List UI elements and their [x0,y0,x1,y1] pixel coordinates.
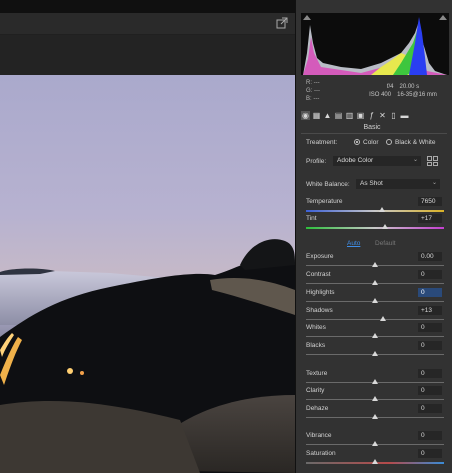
b-label: B: [306,96,312,102]
section-title-basic: Basic [363,124,381,131]
vibrance-label: Vibrance [306,432,332,439]
contrast-label: Contrast [306,271,331,278]
tint-value-field[interactable]: +17 [418,214,442,223]
whites-label: Whites [306,324,326,331]
white-balance-label: White Balance: [306,181,350,188]
contrast-slider-thumb[interactable] [372,280,378,285]
basic-aperture-icon[interactable]: ◉ [301,111,310,120]
landscape-image [0,239,295,473]
profile-dropdown[interactable]: Adobe Color ⌄ [333,156,421,166]
shadows-slider-track[interactable] [306,319,444,320]
profile-browser-icon[interactable] [427,156,438,166]
highlights-label: Highlights [306,289,335,296]
r-label: R: [306,80,312,86]
histogram [301,13,449,75]
texture-slider-thumb[interactable] [372,379,378,384]
shadows-label: Shadows [306,307,333,314]
treatment-label: Treatment: [306,139,338,146]
g-value: --- [314,88,321,94]
canvas-background [0,35,295,75]
profile-value: Adobe Color [337,157,374,164]
exposure-value-field[interactable]: 0.00 [418,252,442,261]
lens-value: 16-35@16 mm [397,92,437,98]
window-top-strip [0,0,295,13]
blacks-label: Blacks [306,342,326,349]
texture-value-field[interactable]: 0 [418,369,442,378]
b-value: --- [313,96,320,102]
highlight-clipping-icon[interactable] [439,15,447,20]
dehaze-slider-thumb[interactable] [372,414,378,419]
temperature-slider-thumb[interactable] [378,207,385,212]
presets-icon[interactable]: ▯ [389,111,398,120]
white-balance-value: As Shot [360,180,383,187]
treatment-color-radio[interactable] [354,139,360,145]
chevron-down-icon: ⌄ [431,180,437,186]
treatment-color-label[interactable]: Color [363,139,379,146]
panel-tabs: ◉ ▦ ▲ ▤ ▥ ▣ ƒ ✕ ▯ ▬ [299,109,449,122]
auto-link[interactable]: Auto [347,240,360,247]
fx-icon[interactable]: ƒ [367,111,376,120]
saturation-value-field[interactable]: 0 [418,449,442,458]
exposure-slider-thumb[interactable] [372,262,378,267]
profile-label: Profile: [306,158,327,165]
dehaze-value-field[interactable]: 0 [418,404,442,413]
open-in-photoshop-icon[interactable] [276,17,288,29]
whites-slider-thumb[interactable] [372,333,378,338]
temperature-value-field[interactable]: 7650 [418,197,442,206]
calibration-icon[interactable]: ✕ [378,111,387,120]
lens-corrections-icon[interactable]: ▣ [356,111,365,120]
tone-curve-icon[interactable]: ▦ [312,111,321,120]
whites-value-field[interactable]: 0 [418,323,442,332]
highlights-slider-thumb[interactable] [372,298,378,303]
detail-icon[interactable]: ▲ [323,111,332,120]
snapshots-icon[interactable]: ▬ [400,111,409,120]
vibrance-slider-thumb[interactable] [372,441,378,446]
highlights-value-field[interactable]: 0 [418,288,442,297]
camera-raw-panel: R: --- G: --- B: --- f/4 20.00 s ISO 400 1… [295,0,452,473]
treatment-bw-radio[interactable] [386,139,392,145]
saturation-label: Saturation [306,450,336,457]
blacks-value-field[interactable]: 0 [418,341,442,350]
tint-label: Tint [306,215,317,222]
clarity-value-field[interactable]: 0 [418,386,442,395]
white-balance-dropdown[interactable]: As Shot ⌄ [356,179,440,189]
shadow-clipping-icon[interactable] [303,15,311,20]
blacks-slider-thumb[interactable] [372,351,378,356]
temperature-slider-track[interactable] [306,210,444,212]
saturation-slider-thumb[interactable] [372,459,378,464]
clarity-slider-thumb[interactable] [372,396,378,401]
exposure-label: Exposure [306,253,334,260]
tint-slider-track[interactable] [306,227,444,229]
section-divider [301,133,447,134]
shutter-value: 20.00 s [399,84,420,90]
rgb-readout: R: --- G: --- B: --- [306,79,320,103]
split-toning-icon[interactable]: ▥ [345,111,354,120]
g-label: G: [306,88,313,94]
temperature-label: Temperature [306,198,343,205]
hsl-icon[interactable]: ▤ [334,111,343,120]
shadows-slider-thumb[interactable] [380,316,387,321]
contrast-value-field[interactable]: 0 [418,270,442,279]
aperture-value: f/4 [386,84,394,90]
camera-info: f/4 20.00 s ISO 400 16-35@16 mm [358,83,448,99]
shadows-value-field[interactable]: +13 [418,306,442,315]
r-value: --- [313,80,320,86]
vibrance-value-field[interactable]: 0 [418,431,442,440]
chevron-down-icon: ⌄ [412,157,418,163]
iso-value: ISO 400 [369,92,392,98]
canvas-toolbar [0,13,295,35]
histogram-graph [303,17,447,75]
texture-label: Texture [306,370,328,377]
treatment-bw-label[interactable]: Black & White [395,139,435,146]
clarity-label: Clarity [306,387,325,394]
default-link[interactable]: Default [375,240,396,247]
photo-preview[interactable] [0,75,295,473]
dehaze-label: Dehaze [306,405,329,412]
tint-slider-thumb[interactable] [381,224,388,229]
